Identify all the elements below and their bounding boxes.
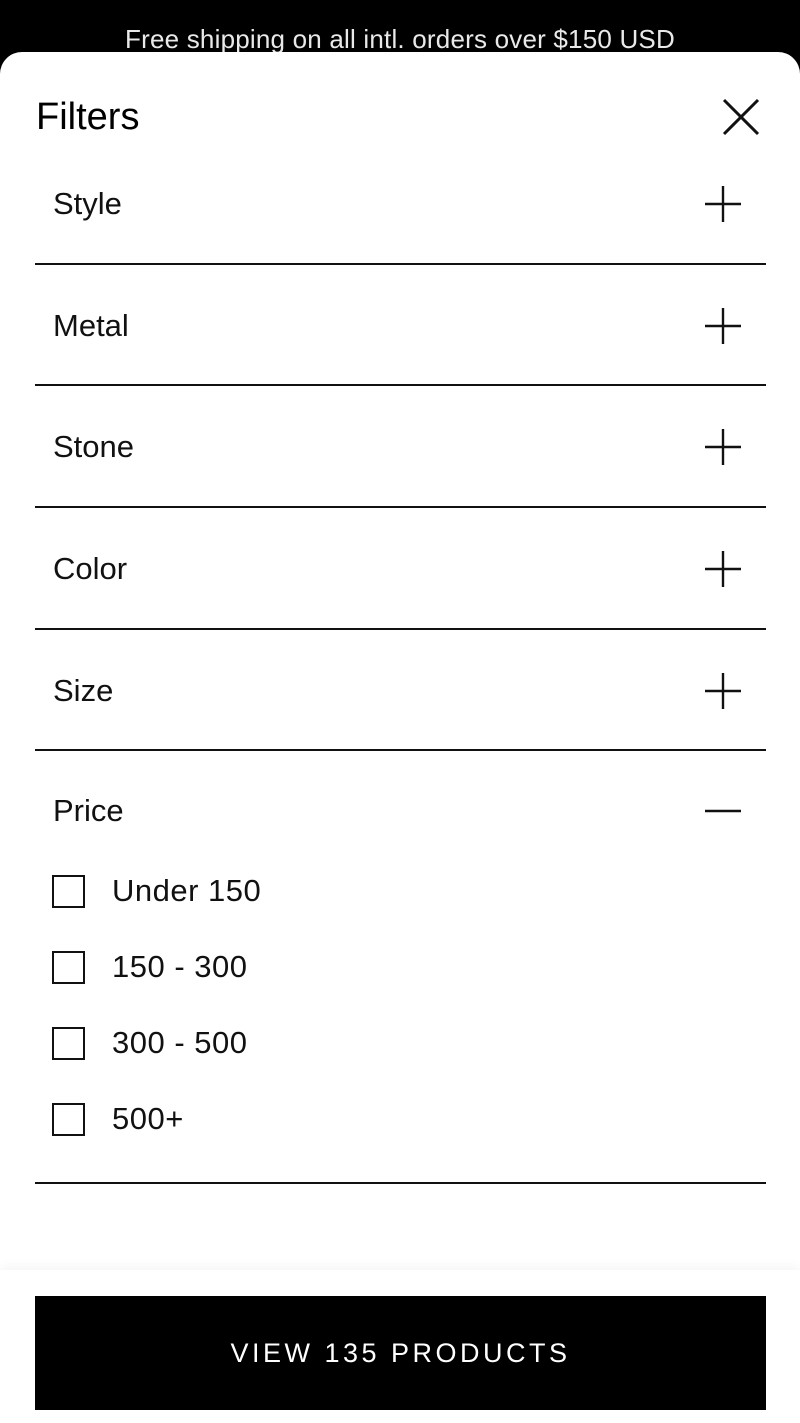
filter-label-size: Size bbox=[53, 672, 114, 708]
filters-panel: Filters Style Metal Stone Color Size Pri… bbox=[0, 52, 800, 1423]
minus-icon bbox=[705, 793, 741, 829]
filter-section-style: Style bbox=[35, 142, 766, 265]
close-button[interactable] bbox=[716, 92, 766, 142]
filter-section-stone: Stone bbox=[35, 386, 766, 508]
filter-header-price[interactable]: Price bbox=[35, 751, 766, 871]
filter-label-metal: Metal bbox=[53, 307, 129, 343]
plus-icon bbox=[705, 307, 741, 344]
filter-section-size: Size bbox=[35, 630, 766, 751]
view-products-button[interactable]: VIEW 135 PRODUCTS bbox=[35, 1296, 766, 1410]
filter-header-size[interactable]: Size bbox=[35, 630, 766, 751]
price-option-150-300[interactable]: 150 - 300 bbox=[35, 939, 766, 999]
filter-header-metal[interactable]: Metal bbox=[35, 265, 766, 386]
promo-text: Free shipping on all intl. orders over $… bbox=[125, 24, 675, 54]
price-option-under-150[interactable]: Under 150 bbox=[35, 863, 766, 923]
checkbox[interactable] bbox=[52, 1103, 85, 1136]
filter-section-color: Color bbox=[35, 508, 766, 630]
plus-icon bbox=[705, 185, 741, 222]
panel-title: Filters bbox=[36, 96, 140, 138]
filter-label-style: Style bbox=[53, 185, 122, 221]
checkbox[interactable] bbox=[52, 875, 85, 908]
checkbox[interactable] bbox=[52, 1027, 85, 1060]
filter-header-color[interactable]: Color bbox=[35, 508, 766, 630]
plus-icon bbox=[705, 551, 741, 587]
filter-section-metal: Metal bbox=[35, 265, 766, 386]
plus-icon bbox=[705, 672, 741, 709]
panel-footer: VIEW 135 PRODUCTS bbox=[0, 1270, 800, 1423]
filter-label-color: Color bbox=[53, 551, 128, 586]
option-label: 150 - 300 bbox=[112, 949, 248, 984]
price-option-300-500[interactable]: 300 - 500 bbox=[35, 1015, 766, 1075]
price-option-500-plus[interactable]: 500+ bbox=[35, 1091, 766, 1151]
filter-header-style[interactable]: Style bbox=[35, 142, 766, 265]
plus-icon bbox=[705, 429, 741, 465]
close-icon bbox=[722, 98, 760, 136]
filter-label-price: Price bbox=[53, 793, 124, 828]
filter-label-stone: Stone bbox=[53, 429, 135, 464]
option-label: 500+ bbox=[112, 1101, 184, 1136]
checkbox[interactable] bbox=[52, 951, 85, 984]
filter-section-price: Price Under 150 150 - 300 300 - 500 500+ bbox=[35, 751, 766, 1184]
option-label: Under 150 bbox=[112, 873, 262, 908]
option-label: 300 - 500 bbox=[112, 1025, 248, 1060]
filter-header-stone[interactable]: Stone bbox=[35, 386, 766, 508]
